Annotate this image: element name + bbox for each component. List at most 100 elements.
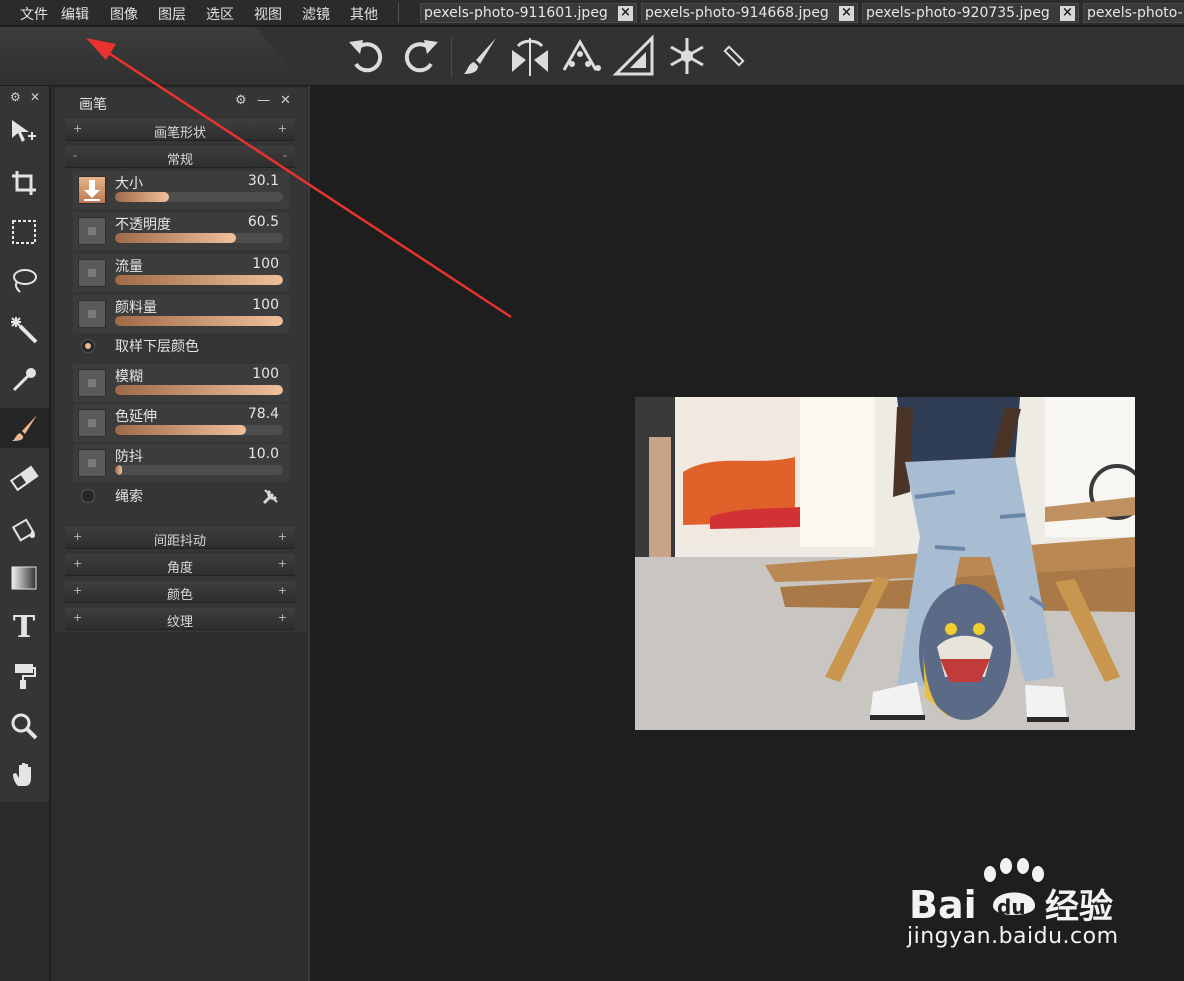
marquee-tool-icon[interactable] xyxy=(4,212,44,252)
panel-column: 画笔 ⚙ — ✕ + 画笔形状 + - 常规 - 大小 30.1 不透明度 60… xyxy=(50,86,310,981)
menu-edit[interactable]: 编辑 xyxy=(61,4,89,24)
section-spacing-jitter[interactable]: + 间距抖动 + xyxy=(65,527,295,549)
param-label: 颜料量 xyxy=(115,300,157,316)
param-value[interactable]: 78.4 xyxy=(248,406,279,422)
watermark-url: jingyan.baidu.com xyxy=(907,924,1119,949)
undo-icon[interactable] xyxy=(346,34,390,78)
gradient-tool-icon[interactable] xyxy=(4,558,44,598)
param-stabilizer: 防抖 10.0 xyxy=(73,444,289,482)
baidu-paw-logo: Bai du 经验 xyxy=(909,858,1113,927)
tool-strip-close-icon[interactable]: ✕ xyxy=(30,90,40,104)
text-tool-icon[interactable]: T xyxy=(4,607,44,647)
menu-bar: 文件 编辑 图像 图层 选区 视图 滤镜 其他 pexels-photo-911… xyxy=(0,0,1184,26)
param-slider[interactable] xyxy=(115,275,283,285)
tab-close-icon[interactable]: × xyxy=(618,6,633,21)
section-angle[interactable]: + 角度 + xyxy=(65,554,295,576)
set-square-icon[interactable] xyxy=(612,34,656,78)
document-tab-1[interactable]: pexels-photo-911601.jpeg × xyxy=(420,3,637,23)
param-slider[interactable] xyxy=(115,316,283,326)
menu-select[interactable]: 选区 xyxy=(206,4,234,24)
param-value[interactable]: 60.5 xyxy=(248,214,279,230)
section-label: 角度 xyxy=(166,561,193,576)
param-color-stretch: 色延伸 78.4 xyxy=(73,404,289,442)
wrench-icon[interactable] xyxy=(261,486,281,506)
panel-close-icon[interactable]: ✕ xyxy=(280,93,291,108)
canvas-image[interactable] xyxy=(635,397,1135,730)
pressure-toggle-icon[interactable] xyxy=(78,409,106,437)
paint-bucket-tool-icon[interactable] xyxy=(4,508,44,548)
menu-layer[interactable]: 图层 xyxy=(158,4,186,24)
section-label: 常规 xyxy=(166,153,193,168)
eraser-tool-icon[interactable] xyxy=(4,458,44,498)
move-tool-icon[interactable] xyxy=(4,112,44,152)
param-label: 模糊 xyxy=(115,369,143,385)
brush-icon[interactable] xyxy=(458,34,502,78)
menu-view[interactable]: 视图 xyxy=(254,4,282,24)
param-value[interactable]: 100 xyxy=(252,366,279,382)
toolbar-tab-background xyxy=(0,27,306,85)
svg-text:du: du xyxy=(997,895,1026,919)
param-value[interactable]: 30.1 xyxy=(248,173,279,189)
pressure-toggle-icon[interactable] xyxy=(78,449,106,477)
pressure-toggle-icon[interactable] xyxy=(78,300,106,328)
document-tab-label: pexels-photo- xyxy=(1087,5,1183,21)
section-expand-icon: + xyxy=(277,584,287,597)
section-color[interactable]: + 颜色 + xyxy=(65,581,295,603)
menu-filter[interactable]: 滤镜 xyxy=(302,4,330,24)
param-label: 大小 xyxy=(115,176,143,192)
tool-strip-gear-icon[interactable]: ⚙ xyxy=(10,90,21,104)
top-toolbar xyxy=(0,27,1184,86)
snowflake-icon[interactable] xyxy=(665,34,709,78)
section-texture[interactable]: + 纹理 + xyxy=(65,608,295,630)
crop-tool-icon[interactable] xyxy=(4,163,44,203)
param-value[interactable]: 100 xyxy=(252,297,279,313)
section-expand-icon: + xyxy=(277,122,287,135)
section-expand-icon: + xyxy=(277,530,287,543)
lasso-tool-icon[interactable] xyxy=(4,260,44,300)
pressure-toggle-icon[interactable] xyxy=(78,369,106,397)
ruler-icon[interactable] xyxy=(712,34,756,78)
tab-close-icon[interactable]: × xyxy=(1060,6,1075,21)
section-expand-icon: + xyxy=(277,611,287,624)
menu-image[interactable]: 图像 xyxy=(110,4,138,24)
param-slider[interactable] xyxy=(115,192,283,202)
zoom-tool-icon[interactable] xyxy=(4,706,44,746)
tab-close-icon[interactable]: × xyxy=(839,6,854,21)
document-tab-3[interactable]: pexels-photo-920735.jpeg × xyxy=(862,3,1079,23)
param-paint-amount: 颜料量 100 xyxy=(73,295,289,333)
sample-below-radio[interactable] xyxy=(81,339,95,353)
section-label: 间距抖动 xyxy=(153,534,206,549)
section-brush-shape[interactable]: + 画笔形状 + xyxy=(65,119,295,141)
menu-file[interactable]: 文件 xyxy=(20,4,48,24)
document-tab-4[interactable]: pexels-photo- xyxy=(1083,3,1184,23)
baidu-jingyan-watermark: Bai du 经验 jingyan.baidu.com xyxy=(905,858,1135,958)
redo-icon[interactable] xyxy=(397,34,441,78)
pressure-toggle-icon[interactable] xyxy=(78,217,106,245)
sample-below-label: 取样下层颜色 xyxy=(115,339,199,355)
document-tab-label: pexels-photo-914668.jpeg xyxy=(645,5,829,21)
eyedropper-tool-icon[interactable] xyxy=(4,360,44,400)
param-slider[interactable] xyxy=(115,233,283,243)
symmetry-icon[interactable] xyxy=(508,34,552,78)
param-slider[interactable] xyxy=(115,425,283,435)
pressure-toggle-icon[interactable] xyxy=(78,176,106,204)
menu-other[interactable]: 其他 xyxy=(350,4,378,24)
paint-roller-tool-icon[interactable] xyxy=(4,656,44,696)
rope-label: 绳索 xyxy=(115,489,143,505)
svg-text:Bai: Bai xyxy=(909,883,977,924)
param-slider[interactable] xyxy=(115,385,283,395)
rope-radio[interactable] xyxy=(81,489,95,503)
param-value[interactable]: 10.0 xyxy=(248,446,279,462)
param-slider[interactable] xyxy=(115,465,283,475)
magic-wand-tool-icon[interactable] xyxy=(4,310,44,350)
scatter-icon[interactable] xyxy=(558,34,602,78)
panel-gear-icon[interactable]: ⚙ xyxy=(235,93,247,108)
brush-tool-icon[interactable] xyxy=(0,408,49,448)
hand-tool-icon[interactable] xyxy=(4,754,44,794)
pressure-toggle-icon[interactable] xyxy=(78,259,106,287)
document-tab-2[interactable]: pexels-photo-914668.jpeg × xyxy=(641,3,858,23)
section-general[interactable]: - 常规 - xyxy=(65,146,295,168)
panel-minimize-icon[interactable]: — xyxy=(257,93,270,108)
param-size: 大小 30.1 xyxy=(73,171,289,209)
param-value[interactable]: 100 xyxy=(252,256,279,272)
